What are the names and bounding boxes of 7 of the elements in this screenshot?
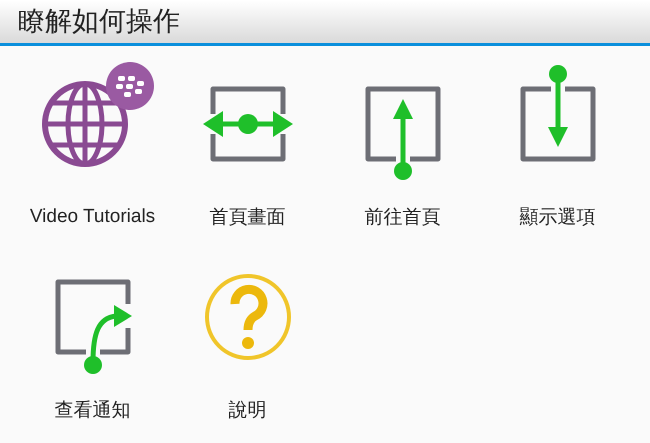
- menu-tile[interactable]: 前往首頁: [325, 46, 480, 239]
- menu-tile[interactable]: 查看通知: [15, 239, 170, 432]
- menu-tile[interactable]: 說明: [170, 239, 325, 432]
- menu-tile[interactable]: 首頁畫面: [170, 46, 325, 239]
- page-title: 瞭解如何操作: [18, 8, 180, 35]
- menu-tile[interactable]: Video Tutorials: [15, 46, 170, 239]
- menu-tile[interactable]: 顯示選項: [480, 46, 635, 239]
